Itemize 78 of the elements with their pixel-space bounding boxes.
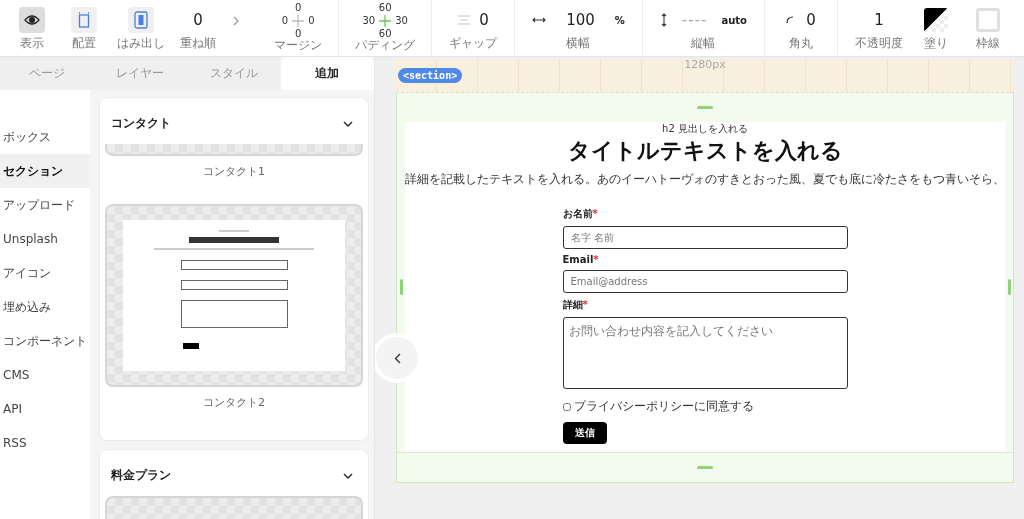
tool-label: 配置: [72, 35, 96, 52]
gap-value[interactable]: 0: [479, 11, 489, 29]
category-title: コンタクト: [111, 115, 171, 132]
spacing-value[interactable]: 60: [378, 28, 392, 40]
category-item[interactable]: RSS: [0, 426, 90, 460]
template-name: コンタクト2: [203, 395, 265, 410]
spacing-value[interactable]: 0: [281, 15, 289, 27]
field-label: Email*: [562, 254, 599, 265]
section-title: タイトルテキストを入れる: [567, 137, 843, 165]
category-item[interactable]: API: [0, 392, 90, 426]
checkbox[interactable]: [562, 402, 571, 411]
chevron-right-icon: [233, 16, 239, 26]
tool-label: 塗り: [924, 35, 948, 52]
spacing-value[interactable]: 0: [308, 15, 315, 27]
horizontal-arrow-icon: [532, 16, 547, 24]
tool-label: 角丸: [789, 35, 813, 52]
input-field[interactable]: Email@address: [562, 270, 848, 293]
eye-icon: [24, 14, 40, 26]
corner-radius-icon: [786, 16, 795, 24]
category-item[interactable]: Unsplash: [0, 222, 90, 256]
position-button[interactable]: [71, 7, 97, 33]
spacing-value[interactable]: 0: [294, 2, 302, 14]
tool-label: 重ね順: [180, 35, 216, 52]
category-item[interactable]: アップロード: [0, 188, 90, 222]
field-label: 詳細*: [562, 298, 588, 312]
spacing-value[interactable]: 60: [378, 2, 392, 14]
eyebrow-text: h2 見出しを入れる: [662, 122, 748, 136]
spacing-value[interactable]: 30: [362, 15, 376, 27]
width-value[interactable]: 100: [566, 11, 595, 29]
resize-handle[interactable]: [1007, 279, 1011, 295]
visibility-button[interactable]: [19, 7, 45, 33]
tool-label: ギャップ: [449, 35, 498, 52]
tool-label: マージン: [274, 37, 323, 54]
category-item[interactable]: コンポーネント: [0, 324, 90, 358]
category-item[interactable]: CMS: [0, 358, 90, 392]
chevron-down-icon[interactable]: [343, 120, 353, 127]
number-value[interactable]: 0: [193, 11, 203, 29]
category-item[interactable]: セクション: [0, 154, 90, 188]
input-field[interactable]: 名字 名前: [562, 226, 848, 249]
sidebar-tab[interactable]: 追加: [280, 57, 374, 90]
submit-button[interactable]: 送信: [562, 422, 607, 444]
text-area[interactable]: お問い合わせ内容を記入してください: [562, 317, 848, 389]
template-name: コンタクト1: [203, 164, 265, 179]
resize-handle[interactable]: [697, 106, 713, 109]
resize-handle[interactable]: [697, 466, 713, 469]
tool-label: 枠線: [976, 35, 1000, 52]
category-title: 料金プラン: [111, 467, 171, 484]
overflow-icon: [134, 11, 148, 29]
frame-icon: [78, 11, 90, 29]
resize-handle[interactable]: [399, 279, 403, 295]
fill-swatch[interactable]: [924, 8, 948, 32]
vertical-arrow-icon: [659, 13, 668, 27]
stroke-swatch[interactable]: [976, 8, 1000, 32]
spacing-value[interactable]: 0: [294, 28, 302, 40]
tool-label: 横幅: [566, 35, 591, 52]
ruler-label: 1280px: [684, 60, 726, 73]
radius-value[interactable]: 0: [806, 11, 816, 29]
template-preview-drawing[interactable]: [105, 204, 363, 387]
chevron-left-icon: [393, 352, 401, 364]
chevron-down-icon[interactable]: [343, 472, 353, 479]
tool-label: 表示: [20, 35, 44, 52]
checkbox-label: プライバシーポリシーに同意する: [573, 398, 754, 415]
gap-icon: [457, 15, 472, 25]
spacing-value[interactable]: 30: [395, 15, 408, 27]
number-value[interactable]: 1: [874, 11, 884, 29]
category-item[interactable]: 埋め込み: [0, 290, 90, 324]
lead-text: 詳細を記載したテキストを入れる。あのイーハトーヴォのすきとおった風、夏でも底に冷たさをもつ青いそら、: [405, 171, 1005, 188]
overflow-button[interactable]: [128, 7, 154, 33]
tool-label: パディング: [355, 37, 416, 54]
section-block[interactable]: h2 見出しを入れる タイトルテキストを入れる 詳細を記載したテキストを入れる。あのイーハトーヴォのすきとおった風、夏でも底に冷たさをもつ青いそら、 お名前* 名字 名前 Email* Email@address 詳細* お問い合わせ内容を記入してください プライバシーポリシーに同意する 送信: [396, 93, 1014, 483]
field-label: お名前*: [562, 207, 598, 221]
category-item[interactable]: アイコン: [0, 256, 90, 290]
unit-label[interactable]: auto: [721, 14, 747, 26]
tool-label: 不透明度: [855, 35, 903, 52]
tool-label: 縦幅: [691, 35, 716, 52]
tool-label: はみ出し: [117, 35, 165, 52]
category-item[interactable]: ボックス: [0, 120, 90, 154]
unit-label[interactable]: %: [614, 14, 625, 26]
